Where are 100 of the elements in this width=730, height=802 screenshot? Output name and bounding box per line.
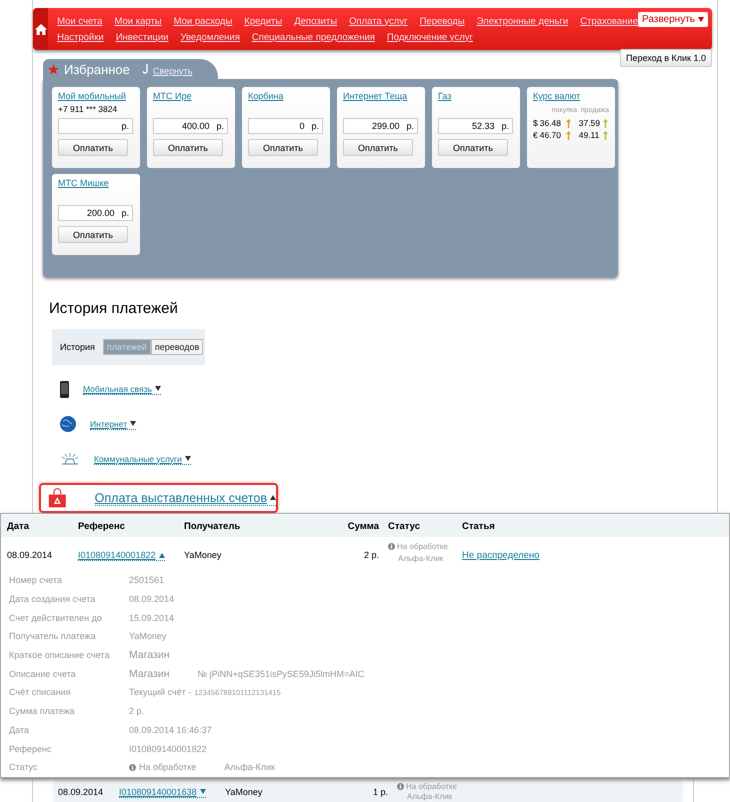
- caret-icon: [698, 17, 704, 22]
- category-link[interactable]: Коммунальные услуги: [94, 454, 191, 464]
- currency-sign: $: [533, 118, 538, 128]
- buy-rate: 36.48: [540, 118, 562, 128]
- reference-link[interactable]: I010809140001822: [78, 550, 165, 561]
- pay-button[interactable]: Оплатить: [58, 139, 128, 156]
- table-cell-text: YaMoney: [184, 549, 222, 560]
- nav-link[interactable]: Мои карты: [114, 16, 162, 26]
- amount-field[interactable]: р.: [58, 118, 133, 134]
- nav-link[interactable]: Оплата услуг: [349, 16, 408, 26]
- table-cell-text: 1 р.: [372, 786, 388, 797]
- pay-button[interactable]: Оплатить: [438, 139, 508, 156]
- card-title-link[interactable]: Газ: [438, 91, 452, 101]
- table-cell-text: YaMoney: [225, 786, 264, 797]
- section-title: История платежей: [49, 300, 179, 317]
- utilities-icon: [60, 453, 80, 465]
- switch-version-button[interactable]: Переход в Клик 1.0: [620, 49, 712, 67]
- reference-link[interactable]: I010809140001638: [119, 786, 206, 798]
- column-header: Статус: [387, 520, 422, 532]
- amount-field[interactable]: 0 р.: [248, 118, 323, 134]
- nav-link[interactable]: Мои расходы: [174, 16, 232, 26]
- nav-link[interactable]: Кредиты: [244, 16, 282, 26]
- column-header: Получатель: [184, 520, 242, 532]
- card-title-link[interactable]: Курс валют: [533, 91, 580, 101]
- nav-link[interactable]: Настройки: [57, 32, 104, 42]
- detail-value: На обработке: [129, 762, 200, 772]
- nav-link[interactable]: Мои счета: [57, 16, 102, 26]
- nav-link[interactable]: Страхование: [580, 16, 638, 26]
- detail-label: Референс: [9, 744, 53, 754]
- home-icon[interactable]: [34, 24, 47, 34]
- detail-label: Сумма платежа: [9, 706, 76, 716]
- star-icon: [48, 64, 59, 75]
- bag-icon: [48, 487, 67, 509]
- detail-extra: № jPiNN+qSE351isPySE59Ji5lmHM=AIC: [198, 668, 364, 679]
- detail-value: Магазин: [129, 649, 171, 662]
- category-link[interactable]: Оплата выставленных счетов: [94, 490, 276, 506]
- detail-label: Описание счета: [9, 668, 77, 679]
- column-header: Сумма: [346, 520, 379, 532]
- detail-extra: Альфа-Клик: [223, 762, 276, 772]
- amount-field[interactable]: 200.00 р.: [58, 205, 133, 221]
- pay-button[interactable]: Оплатить: [248, 139, 318, 156]
- detail-value: 15.09.2014: [129, 612, 176, 623]
- expand-button[interactable]: Развернуть: [638, 12, 708, 27]
- collapse-link[interactable]: Свернуть: [142, 64, 192, 76]
- phone-icon: [60, 380, 69, 398]
- detail-value: Магазин: [129, 668, 171, 680]
- amount-field[interactable]: 299.00 р.: [343, 118, 418, 134]
- nav-link[interactable]: Электронные деньги: [476, 16, 568, 26]
- collapse-icon: [142, 64, 149, 74]
- nav-link[interactable]: Депозиты: [294, 16, 338, 26]
- card-title-link[interactable]: Интернет Теща: [343, 91, 408, 101]
- card-title-link[interactable]: Корбина: [248, 91, 284, 101]
- sell-rate: 49.11: [578, 130, 600, 140]
- nav-link[interactable]: Специальные предложения: [252, 32, 375, 42]
- nav-link[interactable]: Уведомления: [180, 32, 240, 42]
- card-title-link[interactable]: МТС Ире: [153, 91, 192, 101]
- column-header: Референс: [78, 520, 126, 532]
- detail-label: Дата создания счета: [9, 594, 96, 604]
- table-cell-text: 2 р.: [362, 549, 379, 560]
- pay-button[interactable]: Оплатить: [153, 139, 223, 156]
- detail-label: Номер счета: [9, 575, 64, 586]
- info-icon: [129, 764, 136, 771]
- category-link[interactable]: Интернет: [90, 418, 136, 430]
- detail-label: Краткое описание счета: [9, 650, 110, 660]
- detail-value: Текущий счёт -: [129, 687, 192, 698]
- history-tab[interactable]: переводов: [150, 339, 204, 355]
- column-header: Дата: [7, 520, 30, 532]
- status-channel: Альфа-Клик: [406, 792, 454, 801]
- nav-link[interactable]: Инвестиции: [116, 32, 168, 42]
- buy-rate: 46.70: [540, 130, 562, 140]
- status-channel: Альфа-Клик: [397, 554, 444, 563]
- status-text: На обработке: [388, 542, 462, 551]
- detail-value: 08.09.2014 16:46:37: [129, 724, 213, 735]
- detail-value: I010809140001822: [129, 744, 208, 754]
- pay-button[interactable]: Оплатить: [58, 226, 128, 243]
- favorites-title: Избранное: [64, 62, 130, 77]
- detail-label: Статус: [9, 762, 38, 772]
- globe-icon: [60, 416, 76, 432]
- detail-value: 2501561: [129, 575, 166, 586]
- detail-label: Счет действителен до: [9, 612, 103, 623]
- detail-label: Дата: [9, 724, 30, 735]
- amount-field[interactable]: 400.00 р.: [153, 118, 228, 134]
- pay-button[interactable]: Оплатить: [343, 139, 413, 156]
- sell-rate: 37.59: [578, 118, 601, 128]
- info-icon: [388, 543, 395, 550]
- column-header: Статья: [462, 520, 496, 532]
- article-link[interactable]: Не распределено: [462, 550, 540, 561]
- detail-value: YaMoney: [129, 631, 168, 642]
- status-text: На обработке: [397, 782, 471, 791]
- amount-field[interactable]: 52.33 р.: [438, 118, 513, 134]
- card-title-link[interactable]: Мой мобильный: [58, 91, 126, 101]
- tabs-label: История: [60, 342, 95, 352]
- table-cell-text: 08.09.2014: [58, 786, 104, 797]
- category-link[interactable]: Мобильная связь: [83, 384, 161, 394]
- detail-value: 08.09.2014: [129, 594, 176, 604]
- card-title-link[interactable]: МТС Мишке: [58, 178, 109, 188]
- nav-link[interactable]: Подключение услуг: [386, 32, 473, 42]
- nav-link[interactable]: Переводы: [420, 16, 465, 26]
- currency-sign: €: [533, 130, 538, 140]
- detail-label: Получатель платежа: [9, 631, 97, 642]
